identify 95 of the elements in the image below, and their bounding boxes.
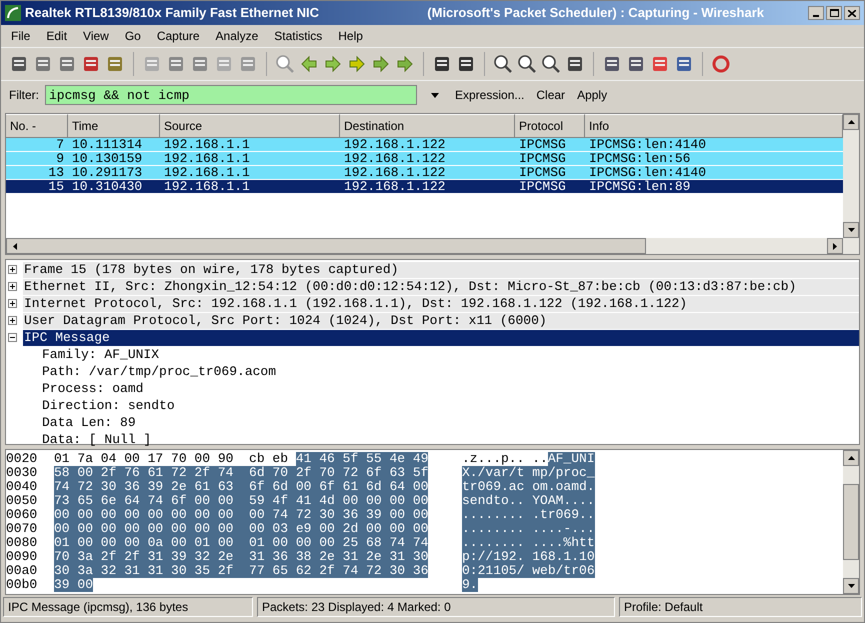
hex-bytes: 73 65 6e 64 74 6f 00 00 59 4f 41 4d 00 00 00 00 xyxy=(54,494,428,508)
tree-item[interactable]: Data Len: 89 xyxy=(8,414,859,431)
column-header[interactable]: No. - xyxy=(6,114,68,138)
status-text: IPC Message (ipcmsg), 136 bytes xyxy=(3,597,253,617)
hex-bytes: 01 00 00 00 0a 00 01 00 01 00 00 00 25 68 74 74 xyxy=(54,536,428,550)
hex-bytes: 00 00 00 00 00 00 00 00 00 74 72 30 36 39 00 00 xyxy=(54,508,428,522)
byte-offset: 0020 xyxy=(6,452,38,466)
table-cell-text: IPCMSG xyxy=(518,152,567,165)
filter-label: Filter: xyxy=(9,87,39,104)
status-text: Packets: 23 Displayed: 4 Marked: 0 xyxy=(257,597,615,617)
byte-offset: 0040 xyxy=(6,480,38,494)
filter-button[interactable]: Clear xyxy=(532,86,570,104)
ascii-text: tr069.ac om.oamd. xyxy=(462,480,595,494)
table-cell-text: 15 xyxy=(47,180,65,193)
table-cell-text: 10.111314 xyxy=(71,138,144,151)
byte-offset: 0090 xyxy=(6,550,38,564)
menu-item[interactable]: View xyxy=(81,27,111,45)
ascii-text: ........ ....-... xyxy=(462,522,595,536)
tree-item[interactable]: Ethernet II, Src: Zhongxin_12:54:12 (00:d0:d0:12:54:12), Dst: Micro-St_87:be:cb (00:13:d3:87:be:cb) xyxy=(23,278,859,294)
table-cell-text: 192.168.1.1 xyxy=(163,152,251,165)
tree-item[interactable]: IPC Message xyxy=(23,330,859,346)
menu-item[interactable]: Go xyxy=(122,27,143,45)
tree-item[interactable]: Direction: sendto xyxy=(8,397,859,414)
packet-row[interactable]: 15 10.310430 192.168.1.1 192.168.1.122 IPCMSG IPCMSG:len:89 xyxy=(6,180,843,194)
tree-item[interactable]: Internet Protocol, Src: 192.168.1.1 (192.168.1.1), Dst: 192.168.1.122 (192.168.1.122) xyxy=(23,296,859,312)
menu-item[interactable]: File xyxy=(9,27,32,45)
byte-offset: 0070 xyxy=(6,522,38,536)
table-cell-text: IPCMSG xyxy=(518,166,567,179)
tree-item[interactable]: Path: /var/tmp/proc_tr069.acom xyxy=(8,363,859,380)
byte-offset: 00a0 xyxy=(6,564,38,578)
menu-item[interactable]: Analyze xyxy=(214,27,260,45)
table-cell-text: 10.310430 xyxy=(71,180,144,193)
table-cell-text: 192.168.1.1 xyxy=(163,138,251,151)
table-cell-text: 192.168.1.122 xyxy=(343,166,446,179)
filter-input[interactable]: ipcmsg && not icmp xyxy=(45,85,417,105)
table-cell-text: 9 xyxy=(55,152,65,165)
window-title: (Microsoft's Packet Scheduler) : Capturing - Wireshark xyxy=(427,4,764,22)
status-text: Profile: Default xyxy=(619,597,862,617)
table-cell-text: 192.168.1.122 xyxy=(343,180,446,193)
hex-bytes: 01 7a 04 00 17 70 00 90 cb eb xyxy=(54,452,290,466)
ascii-text: AF_UNI xyxy=(548,452,595,466)
table-cell-text: 13 xyxy=(47,166,65,179)
packet-row[interactable]: 7 10.111314 192.168.1.1 192.168.1.122 IPCMSG IPCMSG:len:4140 xyxy=(6,138,843,152)
column-header[interactable]: Time xyxy=(68,114,160,138)
byte-offset: 00b0 xyxy=(6,578,38,592)
menu-item[interactable]: Help xyxy=(336,27,365,45)
byte-offset: 0080 xyxy=(6,536,38,550)
table-cell-text: IPCMSG xyxy=(518,138,567,151)
ascii-text: 0:21105/ web/tr06 xyxy=(462,564,595,578)
hex-bytes: 70 3a 2f 2f 31 39 32 2e 31 36 38 2e 31 2e 31 30 xyxy=(54,550,428,564)
column-header[interactable]: Protocol xyxy=(515,114,585,138)
ascii-text: ........ .tr069.. xyxy=(462,508,595,522)
ascii-text: sendto.. YOAM.... xyxy=(462,494,595,508)
ascii-text: p://192. 168.1.10 xyxy=(462,550,595,564)
packet-row[interactable]: 13 10.291173 192.168.1.1 192.168.1.122 IPCMSG IPCMSG:len:4140 xyxy=(6,166,843,180)
ascii-text: .z...p.. .. xyxy=(462,452,548,466)
menu-item[interactable]: Edit xyxy=(44,27,70,45)
table-cell-text: 7 xyxy=(55,138,65,151)
table-cell-text: 192.168.1.1 xyxy=(163,180,251,193)
window-title: Realtek RTL8139/810x Family Fast Ethernet NIC xyxy=(25,4,320,22)
byte-offset: 0050 xyxy=(6,494,38,508)
ascii-text: ........ ....%htt xyxy=(462,536,595,550)
table-cell-text: 192.168.1.1 xyxy=(163,166,251,179)
ascii-text: X./var/t mp/proc_ xyxy=(462,466,595,480)
table-cell-text: 10.130159 xyxy=(71,152,144,165)
table-cell-text: IPCMSG xyxy=(518,180,567,193)
table-cell-text: 192.168.1.122 xyxy=(343,138,446,151)
hex-bytes: 41 46 5f 55 4e 49 xyxy=(296,452,428,466)
menu-item[interactable]: Statistics xyxy=(272,27,324,45)
packet-row[interactable]: 9 10.130159 192.168.1.1 192.168.1.122 IPCMSG IPCMSG:len:56 xyxy=(6,152,843,166)
hex-bytes: 39 00 xyxy=(54,578,94,592)
column-header[interactable]: Info xyxy=(585,114,843,138)
table-cell-text: IPCMSG:len:4140 xyxy=(588,166,708,179)
filter-button[interactable]: Apply xyxy=(573,86,612,104)
hex-bytes: 00 00 00 00 00 00 00 00 00 03 e9 00 2d 00 00 00 xyxy=(54,522,428,536)
tree-item[interactable]: Frame 15 (178 bytes on wire, 178 bytes captured) xyxy=(23,262,859,278)
table-cell-text: IPCMSG:len:4140 xyxy=(588,138,708,151)
tree-item[interactable]: Family: AF_UNIX xyxy=(8,346,859,363)
table-cell-text: IPCMSG:len:89 xyxy=(588,180,692,193)
hex-bytes: 30 3a 32 31 31 30 35 2f 77 65 62 2f 74 72 30 36 xyxy=(54,564,428,578)
filter-button[interactable]: Expression... xyxy=(451,86,528,104)
hex-bytes: 74 72 30 36 39 2e 61 63 6f 6d 00 6f 61 6d 64 00 xyxy=(54,480,428,494)
column-header[interactable]: Source xyxy=(160,114,340,138)
byte-offset: 0030 xyxy=(6,466,38,480)
tree-item[interactable]: User Datagram Protocol, Src Port: 1024 (1024), Dst Port: x11 (6000) xyxy=(23,312,859,328)
table-cell-text: 192.168.1.122 xyxy=(343,152,446,165)
table-cell-text: IPCMSG:len:56 xyxy=(588,152,692,165)
tree-item[interactable]: Data: [ Null ] xyxy=(8,431,859,448)
column-header[interactable]: Destination xyxy=(340,114,515,138)
tree-item[interactable]: Process: oamd xyxy=(8,380,859,397)
byte-offset: 0060 xyxy=(6,508,38,522)
hex-bytes: 58 00 2f 76 61 72 2f 74 6d 70 2f 70 72 6f 63 5f xyxy=(54,466,428,480)
ascii-text: 9. xyxy=(462,578,478,592)
menu-item[interactable]: Capture xyxy=(154,27,202,45)
table-cell-text: 10.291173 xyxy=(71,166,144,179)
